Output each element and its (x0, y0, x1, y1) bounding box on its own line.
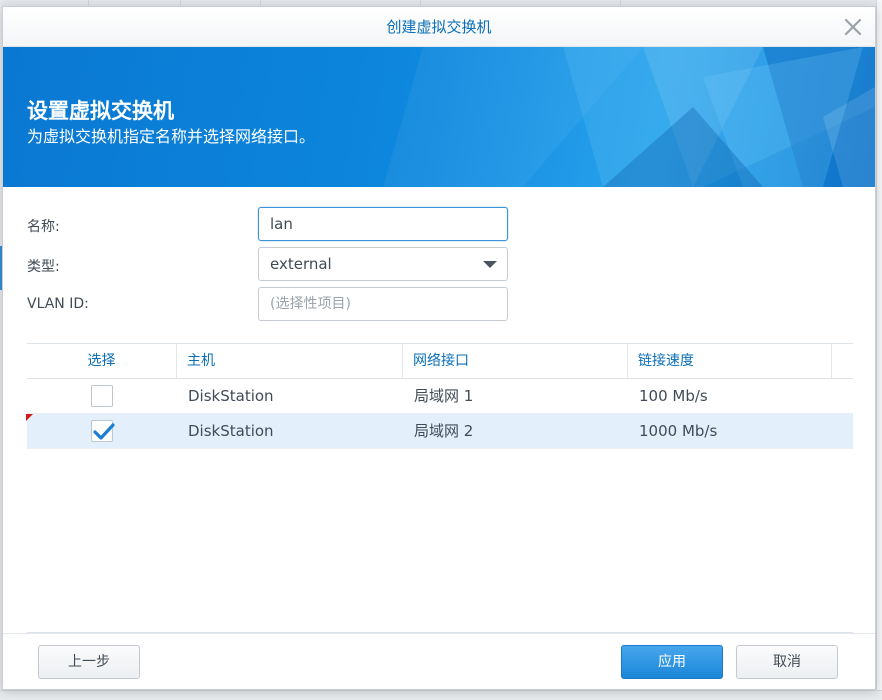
wizard-banner: 设置虚拟交换机 为虚拟交换机指定名称并选择网络接口。 (3, 47, 875, 187)
modified-flag-marker (26, 414, 33, 421)
banner-subtitle: 为虚拟交换机指定名称并选择网络接口。 (27, 127, 316, 146)
host-cell: DiskStation (188, 422, 274, 440)
previous-button[interactable]: 上一步 (38, 645, 140, 679)
table-row[interactable]: DiskStation 局域网 1 100 Mb/s (27, 379, 853, 414)
host-cell: DiskStation (188, 387, 274, 405)
name-input[interactable]: lan (258, 207, 508, 241)
dialog-footer: 上一步 应用 取消 (3, 633, 875, 689)
speed-cell: 1000 Mb/s (639, 422, 718, 440)
chevron-down-icon[interactable] (483, 261, 497, 268)
type-select[interactable]: external (258, 247, 508, 281)
column-header-speed[interactable]: 链接速度 (628, 344, 832, 378)
apply-button[interactable]: 应用 (621, 645, 723, 679)
banner-title: 设置虚拟交换机 (27, 99, 174, 123)
vlan-id-label: VLAN ID: (27, 296, 89, 312)
vlan-id-input[interactable]: (选择性项目) (258, 287, 508, 321)
close-button[interactable] (841, 15, 865, 39)
cancel-button[interactable]: 取消 (736, 645, 838, 679)
row-checkbox[interactable] (91, 420, 115, 442)
create-virtual-switch-dialog: 创建虚拟交换机 设置虚拟交换机 为虚拟交换机指定名称并选择网络接口。 名称: l… (2, 6, 876, 690)
dialog-title: 创建虚拟交换机 (386, 18, 492, 36)
table-header: 选择 主机 网络接口 链接速度 (27, 343, 853, 379)
background-bottom-bar (0, 690, 882, 700)
column-header-host[interactable]: 主机 (177, 344, 403, 378)
interface-cell: 局域网 2 (414, 422, 474, 440)
name-label: 名称: (27, 219, 60, 235)
close-icon (844, 18, 862, 36)
dialog-titlebar: 创建虚拟交换机 (3, 7, 875, 47)
checkmark-icon (93, 423, 115, 440)
interface-cell: 局域网 1 (414, 387, 474, 405)
table-row[interactable]: DiskStation 局域网 2 1000 Mb/s (26, 414, 853, 449)
speed-cell: 100 Mb/s (639, 387, 708, 405)
network-interface-table: 选择 主机 网络接口 链接速度 DiskStation 局域网 1 100 Mb… (26, 343, 853, 633)
type-label: 类型: (27, 259, 60, 275)
row-checkbox[interactable] (91, 385, 113, 407)
column-header-interface[interactable]: 网络接口 (403, 344, 628, 378)
background-right-edge (876, 0, 882, 700)
type-select-value: external (270, 255, 332, 273)
column-header-select[interactable]: 选择 (27, 344, 177, 378)
